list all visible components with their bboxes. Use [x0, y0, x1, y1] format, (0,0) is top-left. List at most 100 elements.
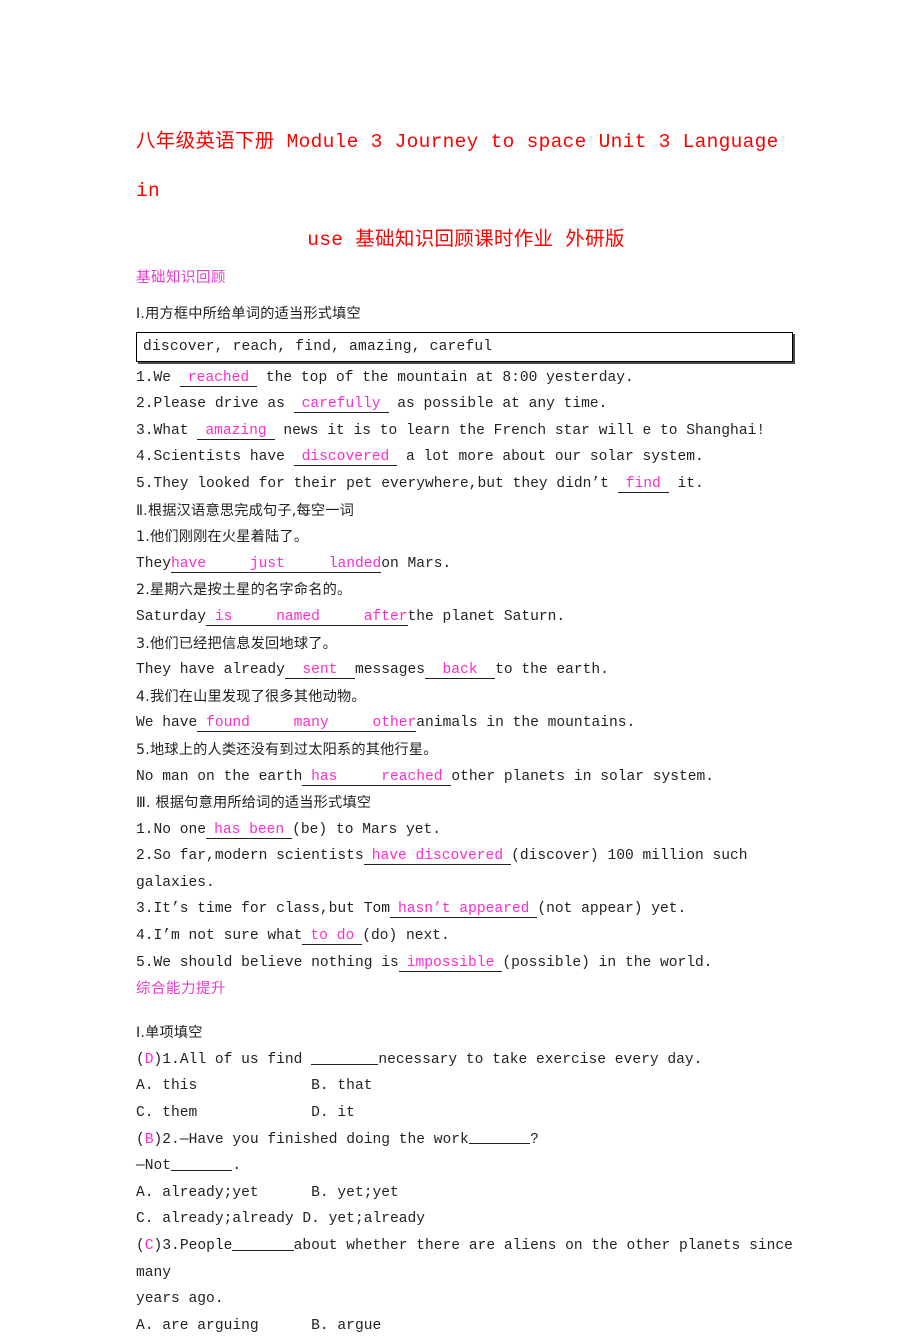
answer-blank: reached	[179, 369, 258, 387]
part3-item-5: 5.We should believe nothing is impossible…	[136, 950, 796, 977]
part2-item-3-chinese: 3.他们已经把信息发回地球了。	[136, 631, 796, 658]
answer-marker: (B)	[136, 1131, 163, 1148]
part2-item-4-chinese: 4.我们在山里发现了很多其他动物。	[136, 684, 796, 711]
item-text-after: the planet Saturn.	[407, 608, 566, 625]
part1-item-1: 1.We reached the top of the mountain at …	[136, 365, 796, 392]
answer-word: landed	[328, 555, 382, 572]
item-text-before: No man on the earth	[136, 768, 303, 785]
empty-blank	[232, 1235, 294, 1251]
empty-blank	[468, 1129, 531, 1145]
section-header-advanced: 综合能力提升	[136, 981, 226, 998]
page-title: 八年级英语下册 Module 3 Journey to space Unit 3…	[136, 118, 796, 265]
part4-question-3: (C)3.People about whether there are alien…	[136, 1233, 796, 1286]
item-text-after: on Mars.	[381, 555, 452, 572]
part2-item-2-chinese: 2.星期六是按土星的名字命名的。	[136, 577, 796, 604]
answer-word: have	[171, 555, 207, 572]
answer-word: has	[311, 768, 338, 785]
item-number: 2.	[162, 1131, 180, 1148]
answer-word: other	[372, 715, 417, 732]
part3-item-2: 2.So far,modern scientists have discovere…	[136, 843, 796, 870]
item-text-before: —Have you finished doing the work	[179, 1131, 469, 1148]
answer-letter: B	[144, 1131, 154, 1148]
item-text-before: It’s time for class,but Tom	[153, 901, 390, 918]
item-text-after: to the earth.	[495, 662, 609, 679]
item-number: 4.	[136, 688, 150, 705]
worksheet-content: 八年级英语下册 Module 3 Journey to space Unit 3…	[136, 118, 796, 1339]
worksheet-page: 八年级英语下册 Module 3 Journey to space Unit 3…	[0, 0, 920, 1334]
item-text-after: other planets in solar system.	[451, 768, 715, 785]
part2-item-5-chinese: 5.地球上的人类还没有到过太阳系的其他行星。	[136, 737, 796, 764]
part4-question-2-options-row-2: C. already;already D. yet;already	[136, 1211, 426, 1228]
part4-question-3-wrap: years ago.	[136, 1291, 224, 1308]
answer-blank: discovered	[293, 449, 398, 467]
part2-item-4-english: We have found many otheranimals in the m…	[136, 710, 796, 737]
part4-question-2: (B)2.—Have you finished doing the work?	[136, 1127, 796, 1154]
answer-word: named	[276, 608, 320, 625]
answer-word: just	[249, 555, 285, 572]
answer-blank: has been	[206, 821, 293, 839]
word-bank-box: discover, reach, find, amazing, careful	[136, 331, 793, 362]
part2-item-5-english: No man on the earth has reached other pl…	[136, 764, 796, 791]
empty-blank	[171, 1155, 233, 1171]
part4-question-3-options-row-1: A. are arguing B. argue	[136, 1317, 382, 1334]
part4-question-2-line-2: —Not.	[136, 1153, 796, 1180]
answer-blank: carefully	[293, 396, 389, 414]
answer-blank: to do	[302, 928, 363, 946]
answer-letter: D	[144, 1051, 154, 1068]
empty-blank	[311, 1049, 379, 1065]
answer-blank-group: back	[425, 662, 496, 680]
item-text-before: No one	[153, 821, 207, 838]
item-number: 3.	[162, 1238, 180, 1254]
item-number: 1.	[162, 1051, 180, 1068]
item-text-after: .	[232, 1158, 242, 1175]
item-number: 3.	[136, 901, 154, 918]
item-chinese: 星期六是按土星的名字命名的。	[149, 582, 352, 599]
item-text-after: as possible at any time.	[388, 396, 608, 413]
part3-item-4: 4.I’m not sure what to do (do) next.	[136, 923, 796, 950]
part4-heading: Ⅰ.单项填空	[136, 1025, 203, 1042]
answer-blank: impossible	[398, 954, 503, 972]
item-text-after: news it is to learn the French star will…	[274, 422, 766, 439]
item-text-before: Saturday	[136, 608, 207, 625]
item-text-after: a lot more about our solar system.	[397, 449, 704, 466]
answer-letter: C	[144, 1238, 154, 1254]
item-text-before: We have	[136, 715, 198, 732]
part2-item-1-english: Theyhave just landedon Mars.	[136, 551, 796, 578]
item-text-before: All of us find	[179, 1051, 312, 1068]
part3-item-2-wrap: galaxies.	[136, 874, 215, 891]
item-text-before: People	[179, 1238, 233, 1254]
item-text-after: necessary to take exercise every day.	[378, 1051, 703, 1068]
item-text-after: (do) next.	[362, 928, 450, 945]
item-number: 2.	[136, 396, 154, 413]
answer-blank-group: has reached	[302, 768, 452, 786]
part4-question-2-options-row-1: A. already;yet B. yet;yet	[136, 1184, 399, 1201]
item-text-before: Scientists have	[153, 449, 294, 466]
part4-question-1-options-row-1: A. this B. that	[136, 1078, 373, 1095]
item-text-before: —Not	[136, 1158, 172, 1175]
part4-question-1: (D)1.All of us find necessary to take ex…	[136, 1047, 796, 1074]
section-header-basics: 基础知识回顾	[136, 270, 226, 286]
item-text-after: (possible) in the world.	[502, 954, 713, 971]
item-text-before: They have already	[136, 662, 285, 679]
part2-heading: Ⅱ.根据汉语意思完成句子,每空一词	[136, 502, 355, 519]
answer-blank-group: is named after	[206, 608, 408, 626]
item-number: 4.	[136, 449, 154, 466]
answer-blank: find	[617, 475, 669, 493]
page-title-line-2: use 基础知识回顾课时作业 外研版	[307, 229, 625, 251]
page-title-line-1: 八年级英语下册 Module 3 Journey to space Unit 3…	[136, 131, 779, 202]
item-text-before: So far,modern scientists	[153, 848, 364, 865]
answer-blank-group: sent	[284, 662, 355, 680]
part1-item-2: 2.Please drive as carefully as possible …	[136, 391, 796, 418]
item-text-before: I’m not sure what	[153, 928, 303, 945]
item-text-before: We	[153, 369, 180, 386]
item-text-after: animals in the mountains.	[416, 715, 636, 732]
item-text-after: ?	[530, 1131, 539, 1148]
item-chinese: 我们在山里发现了很多其他动物。	[149, 688, 366, 705]
answer-word: is	[214, 608, 233, 625]
part3-heading: Ⅲ. 根据句意用所给词的适当形式填空	[136, 795, 372, 812]
item-number: 3.	[136, 422, 154, 439]
answer-word: found	[206, 715, 250, 732]
item-number: 1.	[136, 821, 154, 838]
